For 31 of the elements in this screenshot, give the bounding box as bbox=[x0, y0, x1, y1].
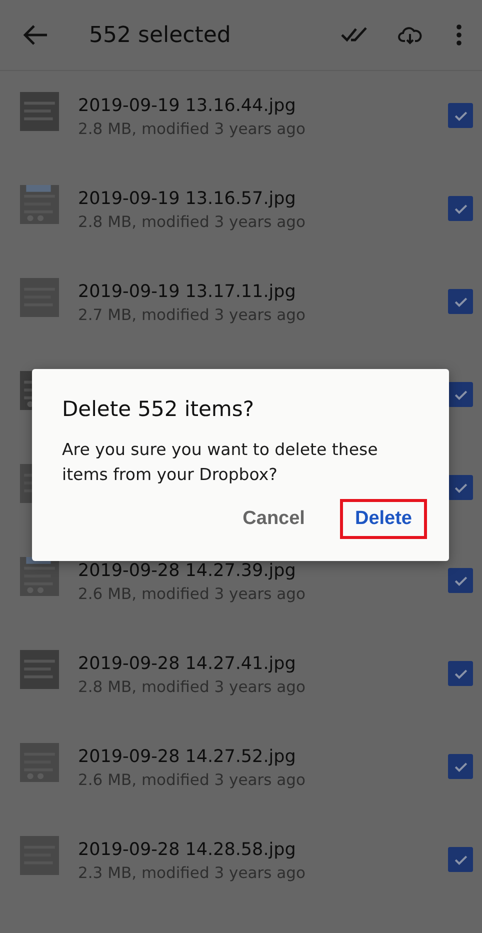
checkbox[interactable] bbox=[448, 568, 473, 593]
dialog-title: Delete 552 items? bbox=[62, 397, 255, 421]
file-name: 2019-09-28 14.27.52.jpg bbox=[78, 746, 297, 766]
file-name: 2019-09-28 14.27.39.jpg bbox=[78, 560, 297, 580]
file-details: 2.8 MB, modified 3 years ago bbox=[78, 212, 306, 230]
checkbox[interactable] bbox=[448, 196, 473, 221]
file-details: 2.3 MB, modified 3 years ago bbox=[78, 864, 306, 882]
file-details: 2.7 MB, modified 3 years ago bbox=[78, 306, 306, 324]
file-name: 2019-09-19 13.16.44.jpg bbox=[78, 96, 297, 116]
checkbox[interactable] bbox=[448, 754, 473, 779]
dialog-message: Are you sure you want to delete these items from your Dropbox? bbox=[62, 439, 379, 486]
checkbox[interactable] bbox=[448, 103, 473, 128]
file-details: 2.8 MB, modified 3 years ago bbox=[78, 678, 306, 696]
file-details: 2.6 MB, modified 3 years ago bbox=[78, 770, 306, 788]
checkbox[interactable] bbox=[448, 475, 473, 500]
file-name: 2019-09-19 13.16.57.jpg bbox=[78, 188, 297, 208]
file-name: 2019-09-28 14.28.58.jpg bbox=[78, 840, 297, 860]
file-name: 2019-09-19 13.17.11.jpg bbox=[78, 282, 297, 302]
file-details: 2.8 MB, modified 3 years ago bbox=[78, 120, 306, 138]
cancel-button[interactable]: Cancel bbox=[228, 499, 320, 539]
more-icon[interactable] bbox=[456, 24, 462, 46]
checkbox[interactable] bbox=[448, 382, 473, 407]
file-details: 2.6 MB, modified 3 years ago bbox=[78, 584, 306, 602]
checkbox[interactable] bbox=[448, 289, 473, 314]
checkbox[interactable] bbox=[448, 847, 473, 872]
header-title: 552 selected bbox=[89, 22, 232, 48]
delete-button[interactable]: Delete bbox=[340, 499, 427, 539]
back-icon[interactable] bbox=[22, 24, 48, 46]
file-name: 2019-09-28 14.27.41.jpg bbox=[78, 654, 297, 674]
checkbox[interactable] bbox=[448, 661, 473, 686]
cloud-download-icon[interactable] bbox=[398, 25, 422, 45]
